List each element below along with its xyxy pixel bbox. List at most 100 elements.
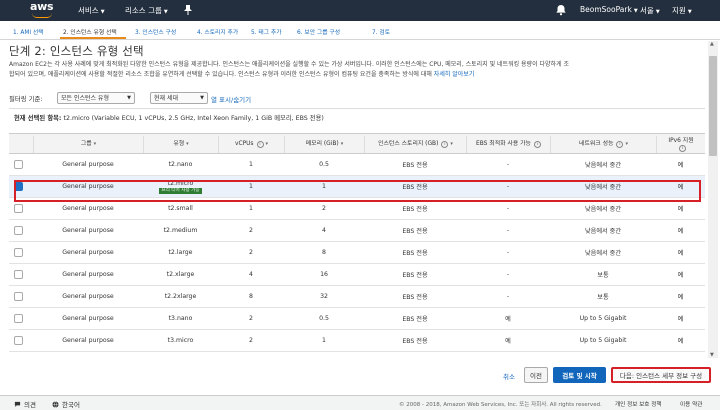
generation-filter-select[interactable]: 현재 세대 ▼	[150, 92, 208, 104]
row-select-checkbox[interactable]	[14, 292, 23, 301]
step-review[interactable]: 7. 검토	[372, 27, 390, 36]
info-icon[interactable]: i	[256, 141, 264, 148]
review-and-launch-button[interactable]: 검토 및 시작	[553, 367, 606, 383]
step-configure-security-group[interactable]: 6. 보안 그룹 구성	[297, 27, 340, 36]
scrollbar-thumb[interactable]	[709, 56, 717, 156]
feedback-link[interactable]: 의견	[14, 399, 36, 409]
pin-icon[interactable]	[183, 4, 193, 16]
cell-group: General purpose	[62, 337, 114, 344]
cell-vcpus: 2	[249, 315, 253, 322]
instance-type-filter-select[interactable]: 모든 인스턴스 유형 ▼	[57, 92, 135, 104]
bell-icon[interactable]	[555, 4, 567, 16]
page-description: Amazon EC2는 각 사용 사례에 맞게 최적화된 다양한 인스턴스 유형…	[9, 61, 570, 78]
cell-network-performance: 낮음에서 중간	[584, 250, 622, 257]
sort-icon: ▾	[265, 141, 269, 147]
step-choose-instance-type[interactable]: 2. 인스턴스 유형 선택	[63, 27, 117, 36]
cell-memory: 8	[322, 249, 326, 256]
learn-more-link[interactable]: 자세히 알아보기	[434, 71, 475, 78]
cell-instance-storage: EBS 전용	[402, 272, 428, 279]
chevron-down-icon: ▼	[687, 9, 692, 15]
step-choose-ami[interactable]: 1. AMI 선택	[13, 27, 44, 36]
step-configure-instance[interactable]: 3. 인스턴스 구성	[135, 27, 176, 36]
table-header: 그룹 ▾ 유형 ▾ vCPUs i ▾ 메모리 (GiB) ▾ 인스턴스 스토리지 (GB…	[9, 133, 705, 154]
info-icon[interactable]: i	[441, 141, 449, 148]
cell-ipv6: 예	[677, 294, 684, 301]
row-select-checkbox[interactable]	[14, 336, 23, 345]
cell-vcpus: 2	[249, 337, 253, 344]
column-header-group[interactable]: 그룹 ▾	[33, 136, 143, 153]
cell-ebs-optimized: -	[506, 227, 510, 234]
row-select-checkbox[interactable]	[14, 226, 23, 235]
show-hide-columns-link[interactable]: 열 표시/숨기기	[211, 94, 251, 104]
table-row[interactable]: General purpose t2.medium 2 4 EBS 전용 - 낮음에서 중간…	[9, 220, 705, 242]
table-row[interactable]: General purpose t2.nano 1 0.5 EBS 전용 - 낮음에서 중간…	[9, 154, 705, 176]
cell-vcpus: 2	[249, 249, 253, 256]
scroll-down-icon[interactable]: ▼	[710, 352, 714, 358]
language-selector[interactable]: 한국어	[52, 399, 80, 409]
row-select-checkbox[interactable]	[14, 248, 23, 257]
support-menu[interactable]: 지원 ▼	[672, 5, 692, 16]
cell-group: General purpose	[62, 293, 114, 300]
table-row[interactable]: General purposet3.small22EBS 전용예Up to 5 …	[9, 352, 705, 358]
table-row[interactable]: General purpose t2.large 2 8 EBS 전용 - 낮음에서 중간 예	[9, 242, 705, 264]
next-configure-instance-button[interactable]: 다음: 인스턴스 세부 정보 구성	[611, 367, 711, 383]
copyright-text: © 2008 - 2018, Amazon Web Services, Inc.…	[399, 402, 602, 408]
sort-icon: ▾	[340, 141, 344, 147]
cell-group: General purpose	[62, 227, 114, 234]
row-select-checkbox[interactable]	[14, 270, 23, 279]
cell-group: General purpose	[33, 352, 143, 358]
column-header-memory[interactable]: 메모리 (GiB) ▾	[284, 136, 364, 153]
account-menu[interactable]: BeomSooPark ▼	[580, 5, 638, 14]
aws-logo[interactable]: aws	[30, 1, 60, 19]
table-row[interactable]: General purpose t2.2xlarge 8 32 EBS 전용 - 보통 예	[9, 286, 705, 308]
terms-of-use-link[interactable]: 이용 약관	[680, 400, 702, 408]
table-row[interactable]: General purpose t2.xlarge 4 16 EBS 전용 - 보통 예	[9, 264, 705, 286]
column-header-ipv6[interactable]: IPv6 지원 i	[656, 136, 705, 153]
aws-smile-icon	[32, 13, 52, 18]
cell-memory: 1	[322, 337, 326, 344]
services-menu[interactable]: 서비스 ▼	[78, 5, 105, 16]
cell-network-performance: Up to 5 Gigabit	[550, 352, 656, 358]
row-select-checkbox[interactable]	[14, 204, 23, 213]
step-add-storage[interactable]: 4. 스토리지 추가	[197, 27, 238, 36]
previous-button[interactable]: 이전	[524, 367, 548, 383]
region-menu[interactable]: 서울 ▼	[640, 5, 660, 16]
console-footer: 의견 한국어 © 2008 - 2018, Amazon Web Service…	[0, 395, 720, 410]
column-header-network-performance[interactable]: 네트워크 성능 i ▾	[550, 136, 656, 153]
privacy-policy-link[interactable]: 개인 정보 보호 정책	[615, 400, 662, 408]
cancel-link[interactable]: 취소	[503, 371, 515, 381]
cell-type: t3.small	[143, 352, 218, 358]
sort-icon: ▾	[93, 141, 97, 147]
column-header-ebs-optimized[interactable]: EBS 최적화 사용 가능 i	[466, 136, 550, 153]
cell-ebs-optimized: -	[506, 161, 510, 168]
cell-ebs-optimized: 예	[466, 352, 550, 358]
resource-groups-menu[interactable]: 리소스 그룹 ▼	[125, 5, 168, 16]
selected-row-highlight	[14, 180, 701, 202]
chevron-down-icon: ▼	[633, 8, 638, 14]
cell-instance-storage: EBS 전용	[364, 352, 466, 358]
table-row[interactable]: General purpose t3.micro 2 1 EBS 전용 예 Up to 5 …	[9, 330, 705, 352]
row-select-checkbox[interactable]	[14, 160, 23, 169]
cell-ebs-optimized: -	[506, 249, 510, 256]
cell-vcpus: 2	[249, 227, 253, 234]
cell-memory: 32	[320, 293, 328, 300]
info-icon[interactable]: i	[616, 141, 624, 148]
column-header-instance-storage[interactable]: 인스턴스 스토리지 (GB) i ▾	[364, 136, 466, 153]
cell-type: t2.large	[168, 249, 193, 256]
cell-vcpus: 4	[249, 271, 253, 278]
cell-network-performance: Up to 5 Gigabit	[579, 315, 627, 322]
row-select-checkbox[interactable]	[14, 314, 23, 323]
page-scrollbar[interactable]: ▲ ▼	[708, 41, 718, 358]
column-header-vcpus[interactable]: vCPUs i ▾	[218, 136, 284, 153]
info-icon[interactable]: i	[679, 144, 686, 152]
column-header-type[interactable]: 유형 ▾	[143, 136, 218, 153]
table-row[interactable]: General purpose t3.nano 2 0.5 EBS 전용 예 Up to 5…	[9, 308, 705, 330]
scroll-up-icon[interactable]: ▲	[710, 41, 714, 47]
cell-ipv6: 예	[677, 250, 684, 257]
step-add-tags[interactable]: 5. 태그 추가	[251, 27, 282, 36]
cell-instance-storage: EBS 전용	[402, 294, 428, 301]
cell-ipv6: 예	[677, 338, 684, 345]
cell-vcpus: 1	[249, 161, 253, 168]
cell-ipv6: 예	[677, 316, 684, 323]
info-icon[interactable]: i	[533, 141, 541, 148]
